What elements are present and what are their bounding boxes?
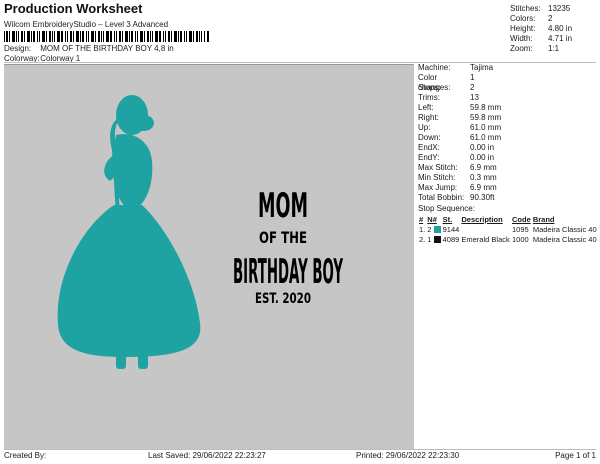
machine-stat-row: Right: 59.8 mm — [418, 113, 596, 123]
design-preview: MOM OF THE BIRTHDAY BOY EST. 2020 — [4, 64, 414, 449]
table-header-row: # N# St. Description Code Brand — [418, 214, 598, 224]
machine-info-panel: Machine: Tajima Color changes: 1 Stops: 2 Trim… — [418, 63, 598, 244]
stat-label: EndX: — [418, 143, 440, 152]
table-row: 1. 2 9144 1095 Madeira Classic 40 — [418, 224, 598, 234]
machine-stat-row: EndY: 0.00 in — [418, 153, 596, 163]
col-stitches: St. — [442, 214, 453, 224]
stat-value: 90.30ft — [470, 193, 495, 202]
summary-colors: Colors: 2 — [510, 14, 553, 23]
design-text-mom: MOM — [258, 186, 308, 226]
machine-stat-row: Stops: 2 — [418, 83, 596, 93]
row-code: 1095 — [512, 224, 529, 234]
stat-value: 59.8 mm — [470, 113, 502, 122]
stat-label: Color changes: — [418, 73, 451, 92]
row-stitches: 4089 — [442, 234, 460, 244]
stat-value: 6.9 mm — [470, 183, 497, 192]
page-number: Page 1 of 1 — [555, 451, 596, 460]
row-brand: Madeira Classic 40 — [532, 234, 597, 244]
machine-stat-row: Trims: 13 — [418, 93, 596, 103]
stat-label: Right: — [418, 113, 439, 122]
stat-label: Up: — [418, 123, 431, 132]
table-row: 2. 1 4089 Emerald Black 1000 Madeira Cla… — [418, 234, 598, 244]
last-saved: Last Saved: 29/06/2022 22:23:27 — [148, 451, 266, 460]
worksheet-title: Production Worksheet — [4, 1, 143, 16]
stop-sequence-table: # N# St. Description Code Brand 1. 2 914… — [418, 214, 598, 244]
stat-value: 59.8 mm — [470, 103, 502, 112]
printed-date: Printed: 29/06/2022 22:23:30 — [356, 451, 460, 460]
machine-stat-row: Total Bobbin: 90.30ft — [418, 193, 596, 203]
design-text-of-the: OF THE — [259, 228, 307, 247]
design-text-birthday-boy: BIRTHDAY BOY — [233, 252, 343, 292]
row-number: 1. — [419, 224, 426, 234]
machine-stat-row: Color changes: 1 — [418, 73, 596, 92]
row-brand: Madeira Classic 40 — [532, 224, 597, 234]
row-code: 1000 — [512, 234, 529, 244]
machine-stat-row: Min Stitch: 0.3 mm — [418, 173, 596, 183]
stat-label: Min Stitch: — [418, 173, 456, 182]
col-needle: N# — [427, 214, 437, 224]
footer-divider — [4, 449, 596, 450]
stat-value: 0.00 in — [470, 143, 495, 152]
summary-width: Width: 4.71 in — [510, 34, 573, 43]
col-number: # — [419, 214, 424, 224]
machine-stat-row: Left: 59.8 mm — [418, 103, 596, 113]
machine-stat-row: Max Stitch: 6.9 mm — [418, 163, 596, 173]
row-needle: 2 — [426, 224, 441, 234]
row-number: 2. — [419, 234, 426, 244]
summary-zoom: Zoom: 1:1 — [510, 44, 560, 53]
machine-stat-row: Up: 61.0 mm — [418, 123, 596, 133]
row-description: Emerald Black — [461, 234, 510, 244]
row-stitches: 9144 — [442, 224, 460, 234]
design-text-est: EST. 2020 — [255, 291, 311, 307]
design-row: Design: MOM OF THE BIRTHDAY BOY 4,8 in — [4, 44, 174, 53]
stat-label: Machine: — [418, 63, 451, 72]
stat-label: EndY: — [418, 153, 440, 162]
col-brand: Brand — [532, 214, 555, 224]
machine-stat-row: Down: 61.0 mm — [418, 133, 596, 143]
machine-stats-list: Machine: Tajima Color changes: 1 Stops: 2 Trim… — [418, 63, 596, 203]
design-name: MOM OF THE BIRTHDAY BOY 4,8 in — [40, 44, 174, 53]
stat-label: Trims: — [418, 93, 440, 102]
stat-value: 61.0 mm — [470, 123, 502, 132]
bo-peep-silhouette — [57, 95, 201, 369]
stat-label: Max Stitch: — [418, 163, 458, 172]
stat-value: 0.3 mm — [470, 173, 497, 182]
footer: Created By: Last Saved: 29/06/2022 22:23… — [4, 451, 596, 461]
col-description: Description — [461, 214, 503, 224]
summary-height: Height: 4.80 in — [510, 24, 573, 33]
stat-value: 6.9 mm — [470, 163, 497, 172]
stat-value: Tajima — [470, 63, 494, 72]
row-needle: 1 — [426, 234, 441, 244]
stat-value: 2 — [470, 83, 475, 92]
stat-value: 0.00 in — [470, 153, 495, 162]
stat-value: 13 — [470, 93, 479, 102]
barcode — [4, 31, 209, 42]
machine-stat-row: Machine: Tajima — [418, 63, 596, 73]
created-by: Created By: — [4, 451, 47, 460]
stat-label: Stops: — [418, 83, 441, 92]
design-summary: Stitches: 13235 Colors: 2 Height: 4.80 in W… — [510, 4, 596, 54]
color-swatch — [433, 226, 441, 234]
machine-stat-row: EndX: 0.00 in — [418, 143, 596, 153]
stat-label: Down: — [418, 133, 441, 142]
design-label: Design: — [4, 44, 32, 53]
stat-value: 61.0 mm — [470, 133, 502, 142]
stat-label: Max Jump: — [418, 183, 458, 192]
summary-stitches: Stitches: 13235 — [510, 4, 571, 13]
machine-stat-row: Max Jump: 6.9 mm — [418, 183, 596, 193]
embroidery-artwork: MOM OF THE BIRTHDAY BOY EST. 2020 — [57, 95, 343, 369]
stat-value: 1 — [470, 73, 475, 82]
color-swatch — [433, 236, 441, 244]
stat-label: Left: — [418, 103, 434, 112]
stop-sequence-title: Stop Sequence: — [418, 204, 475, 213]
col-code: Code — [512, 214, 531, 224]
software-name: Wilcom EmbroideryStudio – Level 3 Advanc… — [4, 20, 169, 29]
stat-label: Total Bobbin: — [418, 193, 465, 202]
row-description — [460, 224, 511, 234]
